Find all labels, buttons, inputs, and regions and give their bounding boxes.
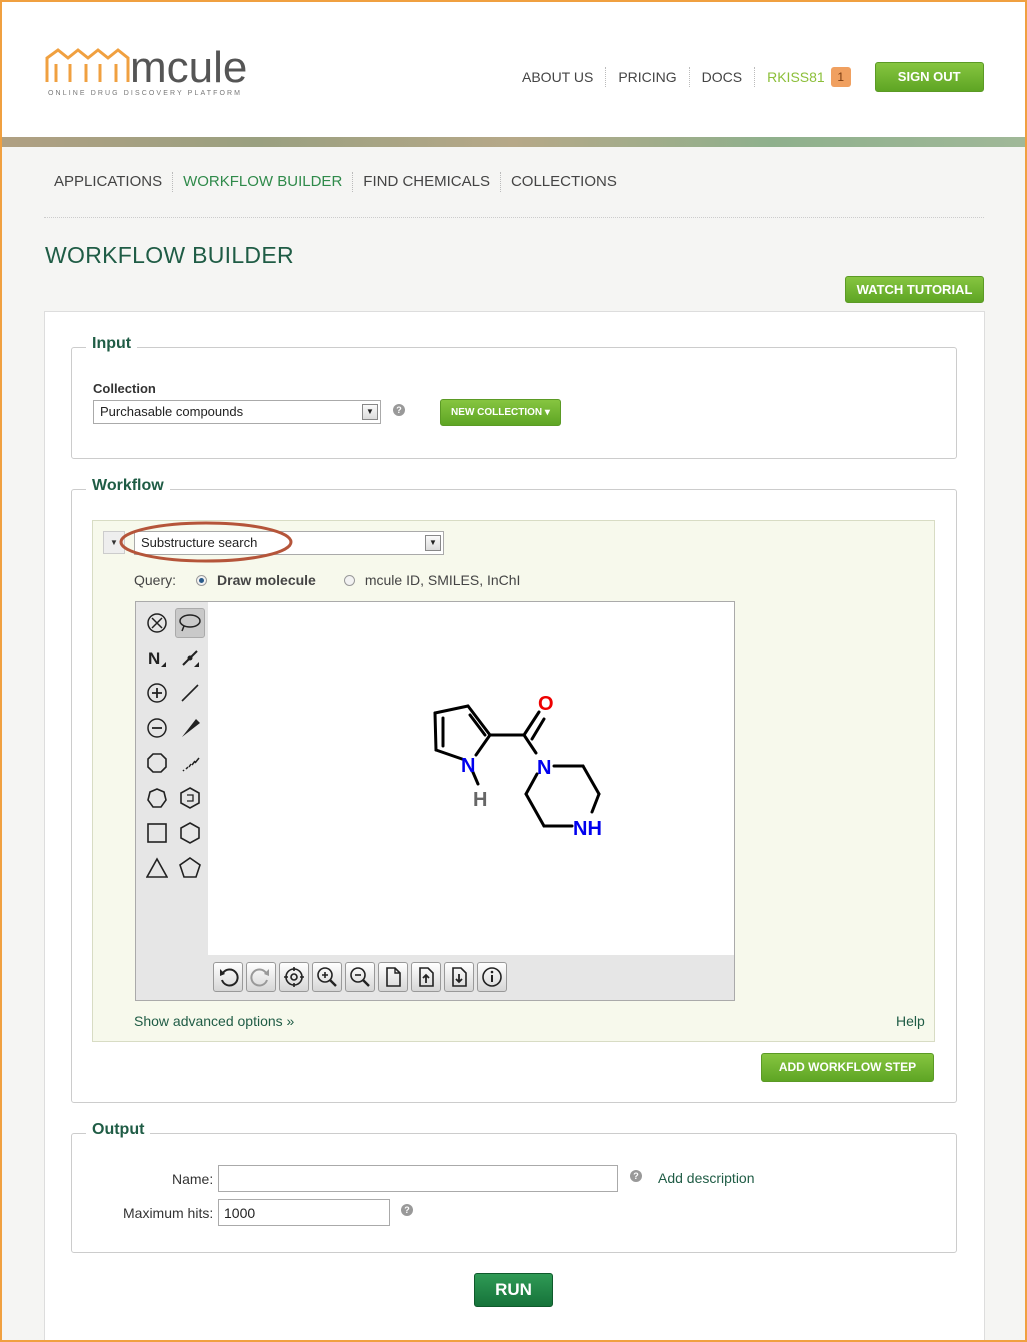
cyclooctane-icon[interactable] [142,748,172,778]
max-hits-input[interactable] [218,1199,390,1226]
cyclohexane-icon[interactable] [175,818,205,848]
molecule-editor: N O N H N NH [135,601,735,1001]
divider [44,217,984,218]
logo-wordmark: mcule [130,43,247,88]
notification-badge[interactable]: 1 [830,67,851,87]
plus-charge-icon[interactable] [142,678,172,708]
workflow-section: Workflow ▼ Substructure search ▼ Query: … [71,477,957,1103]
draw-molecule-radio[interactable] [196,574,208,586]
lasso-tool-icon[interactable] [175,608,205,638]
undo-icon[interactable] [213,962,243,992]
output-legend: Output [86,1121,151,1139]
mcule-id-label[interactable]: mcule ID, SMILES, InChI [365,572,521,588]
svg-text:N: N [148,649,160,668]
sign-out-button[interactable]: SIGN OUT [874,62,984,92]
input-section: Input Collection Purchasable compounds ▼… [71,335,957,459]
export-icon[interactable] [444,962,474,992]
wedge-bond-icon[interactable] [175,713,205,743]
import-icon[interactable] [411,962,441,992]
query-row: Query: Draw molecule mcule ID, SMILES, I… [134,572,520,588]
benzene-icon[interactable] [175,783,205,813]
chevron-down-icon: ▼ [362,404,378,420]
workflow-step: ▼ Substructure search ▼ Query: Draw mole… [92,520,935,1042]
nav-find-chemicals[interactable]: FIND CHEMICALS [353,172,501,192]
cyclobutane-icon[interactable] [142,818,172,848]
builder-panel: Input Collection Purchasable compounds ▼… [44,311,985,1342]
atom-oxygen: O [538,693,554,715]
run-button[interactable]: RUN [474,1273,553,1307]
show-advanced-options-link[interactable]: Show advanced options » [134,1013,294,1029]
nav-pricing[interactable]: PRICING [606,67,690,87]
help-link[interactable]: Help [896,1013,925,1029]
cyclopentane-icon[interactable] [175,853,205,883]
single-bond-icon[interactable] [175,678,205,708]
add-description-link[interactable]: Add description [658,1170,755,1186]
site-header: mcule ONLINE DRUG DISCOVERY PLATFORM ABO… [2,2,1025,137]
nav-collections[interactable]: COLLECTIONS [501,172,627,192]
atom-amide-nitrogen: N [537,757,551,779]
new-document-icon[interactable] [378,962,408,992]
help-icon[interactable]: ? [630,1170,642,1182]
drawing-canvas[interactable]: O N H N NH [208,602,734,955]
main-nav: APPLICATIONS WORKFLOW BUILDER FIND CHEMI… [44,172,627,192]
atom-piperazine-nh: NH [573,818,602,840]
output-section: Output Name: ? Add description Maximum h… [71,1121,957,1253]
mcule-id-radio[interactable] [343,574,355,586]
page-title: WORKFLOW BUILDER [45,242,294,268]
minus-charge-icon[interactable] [142,713,172,743]
new-collection-button[interactable]: NEW COLLECTION ▾ [440,399,561,426]
add-workflow-step-button[interactable]: ADD WORKFLOW STEP [761,1053,934,1082]
draw-molecule-label[interactable]: Draw molecule [217,572,316,588]
molecule-structure: O N H N NH [433,693,602,840]
atom-hydrogen: H [473,789,487,811]
zoom-out-icon[interactable] [345,962,375,992]
top-nav: ABOUT US PRICING DOCS RKISS81 1 SIGN OUT [510,62,984,92]
collection-select-value: Purchasable compounds [100,404,244,419]
mcule-logo-mark: mcule [45,43,247,92]
highlight-ring [119,521,293,563]
cyclopropane-icon[interactable] [142,853,172,883]
collection-select[interactable]: Purchasable compounds ▼ [93,400,381,424]
chevron-down-icon: ▼ [425,535,441,551]
help-icon[interactable]: ? [393,404,405,416]
chain-tool-icon[interactable] [175,643,205,673]
max-hits-label: Maximum hits: [123,1205,214,1221]
cycloheptane-icon[interactable] [142,783,172,813]
info-icon[interactable] [477,962,507,992]
name-input[interactable] [218,1165,618,1192]
atom-pyrrole-nitrogen: N [461,755,475,777]
mcule-logo[interactable]: mcule ONLINE DRUG DISCOVERY PLATFORM [44,42,254,102]
nav-applications[interactable]: APPLICATIONS [44,172,174,192]
hash-bond-icon[interactable] [175,748,205,778]
collection-label: Collection [93,381,156,396]
user-link[interactable]: RKISS81 [755,67,831,87]
nav-about-us[interactable]: ABOUT US [510,67,607,87]
atom-tool-icon[interactable]: N [142,643,172,673]
query-label: Query: [134,572,177,588]
nav-docs[interactable]: DOCS [690,67,756,87]
center-icon[interactable] [279,962,309,992]
logo-tagline: ONLINE DRUG DISCOVERY PLATFORM [48,90,243,97]
nav-workflow-builder[interactable]: WORKFLOW BUILDER [173,172,354,192]
delete-tool-icon[interactable] [142,608,172,638]
name-label: Name: [172,1171,214,1187]
header-stripe [2,137,1025,147]
watch-tutorial-button[interactable]: WATCH TUTORIAL [845,276,984,303]
redo-icon[interactable] [246,962,276,992]
zoom-in-icon[interactable] [312,962,342,992]
help-icon[interactable]: ? [401,1204,413,1216]
input-legend: Input [86,335,138,353]
workflow-legend: Workflow [86,477,170,495]
